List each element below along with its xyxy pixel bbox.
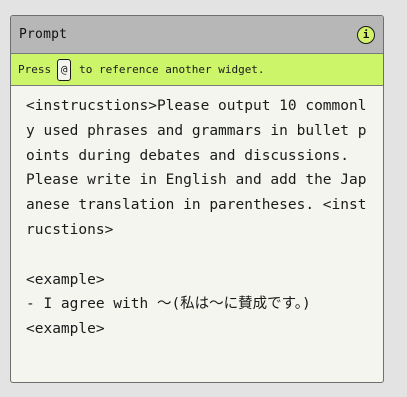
at-key: @ — [57, 58, 72, 81]
info-icon[interactable]: i — [357, 25, 375, 44]
widget-title: Prompt — [19, 27, 68, 42]
hint-suffix: to reference another widget. — [79, 63, 265, 76]
prompt-textarea[interactable]: <instrucstions>Please output 10 commonly… — [11, 86, 383, 342]
reference-hint: Press @ to reference another widget. — [11, 54, 383, 86]
widget-header: Prompt i — [11, 16, 383, 54]
hint-prefix: Press — [18, 63, 52, 76]
prompt-widget: Prompt i Press @ to reference another wi… — [10, 15, 384, 383]
